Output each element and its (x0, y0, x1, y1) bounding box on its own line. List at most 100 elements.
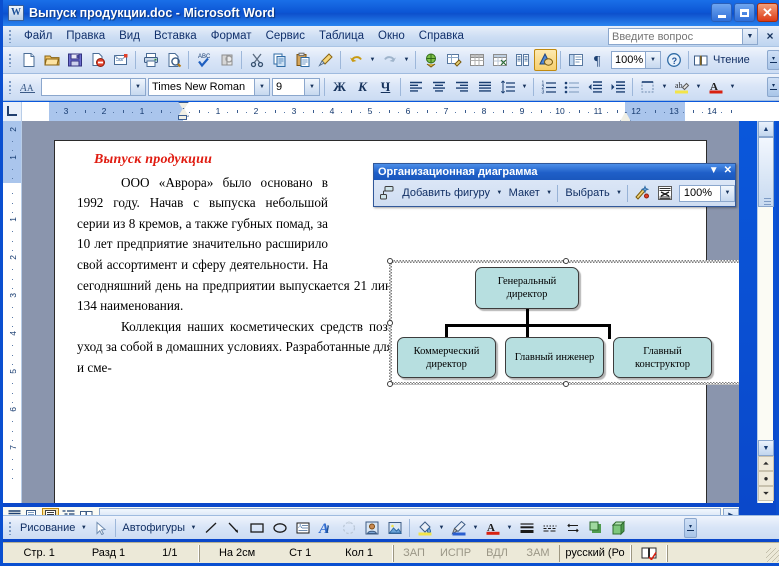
scroll-up-button[interactable]: ▲ (758, 121, 774, 137)
resize-handle-sw[interactable] (387, 381, 393, 387)
org-node-chief-engineer[interactable]: Главный инженер (505, 337, 604, 378)
font-name-combo[interactable]: Times New Roman ▼ (148, 78, 270, 96)
close-document-button[interactable]: × (763, 29, 777, 43)
align-left-icon[interactable] (404, 76, 427, 98)
font-color-dropdown-arrow-icon[interactable]: ▼ (504, 517, 515, 539)
add-shape-button[interactable]: Добавить фигуру (398, 183, 494, 204)
redo-dropdown-arrow-icon[interactable]: ▼ (401, 49, 412, 71)
drawing-toolbar-grip[interactable] (6, 520, 15, 536)
line-spacing-icon[interactable] (496, 76, 519, 98)
arrow-icon[interactable] (222, 517, 245, 539)
show-formatting-icon[interactable]: ¶ (587, 49, 610, 71)
select-browse-object-button[interactable]: ● (758, 471, 774, 486)
decrease-indent-icon[interactable] (583, 76, 606, 98)
tables-borders-icon[interactable] (442, 49, 465, 71)
font-color-icon[interactable]: A (481, 517, 504, 539)
clipart-icon[interactable] (360, 517, 383, 539)
status-language[interactable]: русский (Ро (564, 545, 625, 562)
format-painter-icon[interactable] (314, 49, 337, 71)
bold-button[interactable]: Ж (328, 76, 351, 98)
oval-icon[interactable] (268, 517, 291, 539)
chevron-down-icon[interactable]: ▼ (742, 29, 757, 44)
shadow-style-icon[interactable] (584, 517, 607, 539)
save-icon[interactable] (63, 49, 86, 71)
text-wrapping-icon[interactable] (654, 182, 676, 204)
read-mode-icon[interactable] (692, 49, 710, 71)
autoformat-icon[interactable] (631, 182, 653, 204)
dash-style-icon[interactable] (538, 517, 561, 539)
ask-a-question-input[interactable] (609, 28, 742, 45)
menu-item-table[interactable]: Таблица (312, 28, 371, 44)
insert-shape-icon[interactable] (376, 182, 398, 204)
highlight-icon[interactable]: ab (670, 76, 693, 98)
wordart-icon[interactable]: Al (314, 517, 337, 539)
diagram-icon[interactable] (337, 517, 360, 539)
drawing-toolbar-options-button[interactable]: ▾ (684, 518, 697, 538)
menu-item-edit[interactable]: Правка (59, 28, 112, 44)
vertical-ruler[interactable]: 2 1 1 2 3 4 5 6 7 (3, 121, 22, 503)
cut-scissors-icon[interactable] (245, 49, 268, 71)
select-arrow-icon[interactable] (89, 517, 112, 539)
resize-handle-s[interactable] (563, 381, 569, 387)
spell-check-status-icon[interactable] (640, 545, 658, 562)
minimize-button[interactable] (711, 3, 732, 22)
align-center-icon[interactable] (427, 76, 450, 98)
hyperlink-icon[interactable] (419, 49, 442, 71)
status-track-changes-mode[interactable]: ИСПР (434, 545, 477, 562)
chevron-down-icon[interactable]: ▼ (254, 79, 269, 95)
org-node-ceo[interactable]: Генеральный директор (475, 267, 579, 309)
toolbar-options-button[interactable]: ▾ (767, 50, 779, 70)
print-preview-icon[interactable] (162, 49, 185, 71)
insert-excel-icon[interactable] (488, 49, 511, 71)
formatting-toolbar-grip[interactable] (6, 79, 15, 95)
open-folder-icon[interactable] (40, 49, 63, 71)
menu-item-format[interactable]: Формат (204, 28, 259, 44)
menu-item-view[interactable]: Вид (112, 28, 147, 44)
chevron-down-icon[interactable]: ▼ (720, 185, 735, 201)
read-mode-label[interactable]: Чтение (710, 54, 753, 66)
borders-dropdown-arrow-icon[interactable]: ▼ (659, 76, 670, 98)
underline-button[interactable]: Ч (374, 76, 397, 98)
maximize-button[interactable] (734, 3, 755, 22)
previous-page-button[interactable]: ⏶ (758, 456, 774, 471)
line-color-dropdown-arrow-icon[interactable]: ▼ (470, 517, 481, 539)
redo-icon[interactable] (378, 49, 401, 71)
line-spacing-dropdown-arrow-icon[interactable]: ▼ (519, 76, 530, 98)
tab-stop-selector[interactable] (3, 101, 22, 121)
line-icon[interactable] (199, 517, 222, 539)
chevron-down-icon[interactable]: ▼ (130, 79, 145, 95)
status-language-group[interactable]: русский (Ро (559, 544, 631, 562)
org-node-commercial-director[interactable]: Коммерческий директор (397, 337, 496, 378)
org-toolbar-close-icon[interactable]: ✕ (724, 165, 732, 176)
chevron-down-icon[interactable]: ▼ (304, 79, 319, 95)
menu-item-insert[interactable]: Вставка (147, 28, 204, 44)
picture-icon[interactable] (383, 517, 406, 539)
menu-grip-handle[interactable] (6, 28, 15, 44)
numbered-list-icon[interactable]: 123 (537, 76, 560, 98)
menu-item-tools[interactable]: Сервис (259, 28, 312, 44)
help-icon[interactable]: ? (662, 49, 685, 71)
columns-icon[interactable] (511, 49, 534, 71)
horizontal-ruler-strip[interactable]: 3 2 1 1 2 3 4 5 6 7 8 9 10 11 12 13 14 (22, 101, 779, 121)
add-shape-dropdown-arrow-icon[interactable]: ▼ (494, 182, 505, 204)
3d-style-icon[interactable] (607, 517, 630, 539)
org-chart-object[interactable]: Генеральный директор Коммерческий директ… (387, 258, 739, 387)
vertical-scrollbar[interactable]: ▲ ▼ ⏶ ● ⏷ (757, 121, 774, 503)
vertical-scroll-thumb[interactable] (758, 137, 774, 207)
draw-dropdown-arrow-icon[interactable]: ▼ (78, 517, 89, 539)
copy-icon[interactable] (268, 49, 291, 71)
undo-icon[interactable] (344, 49, 367, 71)
menu-item-help[interactable]: Справка (412, 28, 471, 44)
org-zoom-combo[interactable]: 100% ▼ (678, 184, 736, 202)
arrow-style-icon[interactable] (561, 517, 584, 539)
undo-dropdown-arrow-icon[interactable]: ▼ (367, 49, 378, 71)
status-spellcheck-group[interactable] (631, 544, 667, 562)
fill-color-dropdown-arrow-icon[interactable]: ▼ (436, 517, 447, 539)
drawing-toggle-icon[interactable] (534, 49, 557, 71)
horizontal-ruler[interactable]: 3 2 1 1 2 3 4 5 6 7 8 9 10 11 12 13 14 (3, 101, 779, 121)
autoshapes-dropdown-arrow-icon[interactable]: ▼ (188, 517, 199, 539)
organization-chart-toolbar[interactable]: Организационная диаграмма ▼ ✕ Добавить ф… (373, 163, 736, 207)
org-toolbar-options-icon[interactable]: ▼ (709, 165, 719, 176)
print-icon[interactable] (139, 49, 162, 71)
draw-menu-button[interactable]: Рисование (17, 522, 78, 534)
